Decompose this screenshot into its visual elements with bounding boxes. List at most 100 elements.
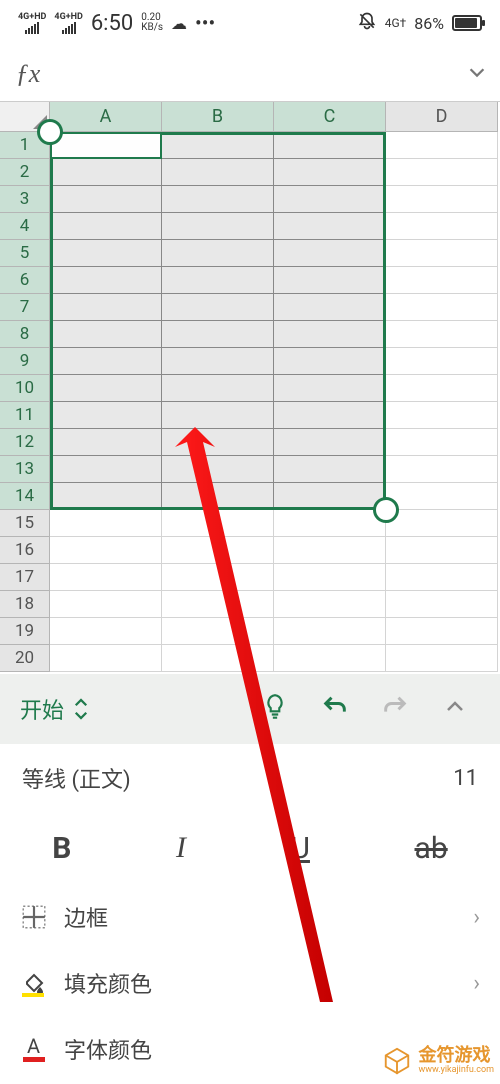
cell[interactable]	[274, 591, 386, 618]
cell[interactable]	[50, 213, 162, 240]
row-header-18[interactable]: 18	[0, 591, 50, 618]
fill-color-option[interactable]: 填充颜色 ›	[0, 950, 500, 1016]
cell[interactable]	[50, 159, 162, 186]
cell[interactable]	[50, 510, 162, 537]
cell[interactable]	[50, 267, 162, 294]
row-header-1[interactable]: 1	[0, 132, 50, 159]
cell[interactable]	[274, 483, 386, 510]
cell[interactable]	[162, 375, 274, 402]
row-header-20[interactable]: 20	[0, 645, 50, 672]
cell[interactable]	[162, 510, 274, 537]
underline-button[interactable]: U	[291, 831, 310, 866]
cell[interactable]	[274, 510, 386, 537]
cell[interactable]	[50, 618, 162, 645]
undo-icon[interactable]	[310, 693, 360, 725]
cell[interactable]	[274, 132, 386, 159]
cell[interactable]	[50, 429, 162, 456]
cell[interactable]	[274, 402, 386, 429]
formula-input[interactable]	[48, 54, 466, 94]
row-header-12[interactable]: 12	[0, 429, 50, 456]
row-header-16[interactable]: 16	[0, 537, 50, 564]
cell[interactable]	[274, 321, 386, 348]
cell[interactable]	[162, 213, 274, 240]
cell[interactable]	[386, 591, 498, 618]
cell[interactable]	[274, 267, 386, 294]
cell[interactable]	[386, 240, 498, 267]
cell[interactable]	[386, 321, 498, 348]
cell[interactable]	[274, 375, 386, 402]
cell[interactable]	[386, 402, 498, 429]
row-header-15[interactable]: 15	[0, 510, 50, 537]
cell[interactable]	[386, 213, 498, 240]
cell[interactable]	[274, 456, 386, 483]
col-header-A[interactable]: A	[50, 102, 162, 132]
font-name[interactable]: 等线 (正文)	[22, 762, 131, 794]
cell[interactable]	[274, 186, 386, 213]
cell[interactable]	[274, 348, 386, 375]
cell[interactable]	[162, 483, 274, 510]
cell[interactable]	[162, 645, 274, 672]
cell[interactable]	[274, 537, 386, 564]
cell[interactable]	[274, 240, 386, 267]
cell[interactable]	[386, 267, 498, 294]
row-header-2[interactable]: 2	[0, 159, 50, 186]
cell[interactable]	[386, 429, 498, 456]
strikethrough-button[interactable]: ab	[415, 831, 448, 866]
cell[interactable]	[274, 645, 386, 672]
tab-start[interactable]: 开始	[20, 693, 90, 725]
cell[interactable]	[274, 213, 386, 240]
row-header-14[interactable]: 14	[0, 483, 50, 510]
row-header-7[interactable]: 7	[0, 294, 50, 321]
row-header-19[interactable]: 19	[0, 618, 50, 645]
cell[interactable]	[50, 186, 162, 213]
cell[interactable]	[50, 294, 162, 321]
cell[interactable]	[50, 132, 162, 159]
collapse-ribbon-icon[interactable]	[430, 695, 480, 723]
cell[interactable]	[162, 186, 274, 213]
row-header-5[interactable]: 5	[0, 240, 50, 267]
cell[interactable]	[274, 429, 386, 456]
cell[interactable]	[50, 564, 162, 591]
row-header-8[interactable]: 8	[0, 321, 50, 348]
row-header-9[interactable]: 9	[0, 348, 50, 375]
italic-button[interactable]: I	[176, 831, 186, 865]
cell[interactable]	[386, 159, 498, 186]
cell[interactable]	[50, 402, 162, 429]
col-header-D[interactable]: D	[386, 102, 498, 132]
cell[interactable]	[50, 240, 162, 267]
row-header-17[interactable]: 17	[0, 564, 50, 591]
row-header-4[interactable]: 4	[0, 213, 50, 240]
bold-button[interactable]: B	[52, 831, 71, 866]
cell[interactable]	[386, 483, 498, 510]
cell[interactable]	[50, 483, 162, 510]
cell[interactable]	[162, 591, 274, 618]
cell[interactable]	[386, 186, 498, 213]
cell[interactable]	[50, 321, 162, 348]
cell[interactable]	[386, 456, 498, 483]
cell[interactable]	[274, 618, 386, 645]
redo-icon[interactable]	[370, 693, 420, 725]
cell[interactable]	[386, 510, 498, 537]
font-color-option[interactable]: A 字体颜色	[0, 1016, 500, 1082]
cell[interactable]	[162, 132, 274, 159]
cell[interactable]	[50, 537, 162, 564]
cell[interactable]	[50, 591, 162, 618]
row-header-11[interactable]: 11	[0, 402, 50, 429]
cell[interactable]	[162, 267, 274, 294]
formula-expand-icon[interactable]	[466, 61, 488, 87]
cell[interactable]	[274, 159, 386, 186]
select-all-corner[interactable]	[0, 102, 50, 132]
row-header-3[interactable]: 3	[0, 186, 50, 213]
cell[interactable]	[50, 348, 162, 375]
cell[interactable]	[162, 321, 274, 348]
cell[interactable]	[386, 645, 498, 672]
cell[interactable]	[162, 429, 274, 456]
cell[interactable]	[386, 618, 498, 645]
row-header-10[interactable]: 10	[0, 375, 50, 402]
font-size[interactable]: 11	[453, 766, 478, 791]
cell[interactable]	[386, 348, 498, 375]
cell[interactable]	[386, 564, 498, 591]
cell[interactable]	[274, 564, 386, 591]
cell[interactable]	[162, 618, 274, 645]
col-header-B[interactable]: B	[162, 102, 274, 132]
